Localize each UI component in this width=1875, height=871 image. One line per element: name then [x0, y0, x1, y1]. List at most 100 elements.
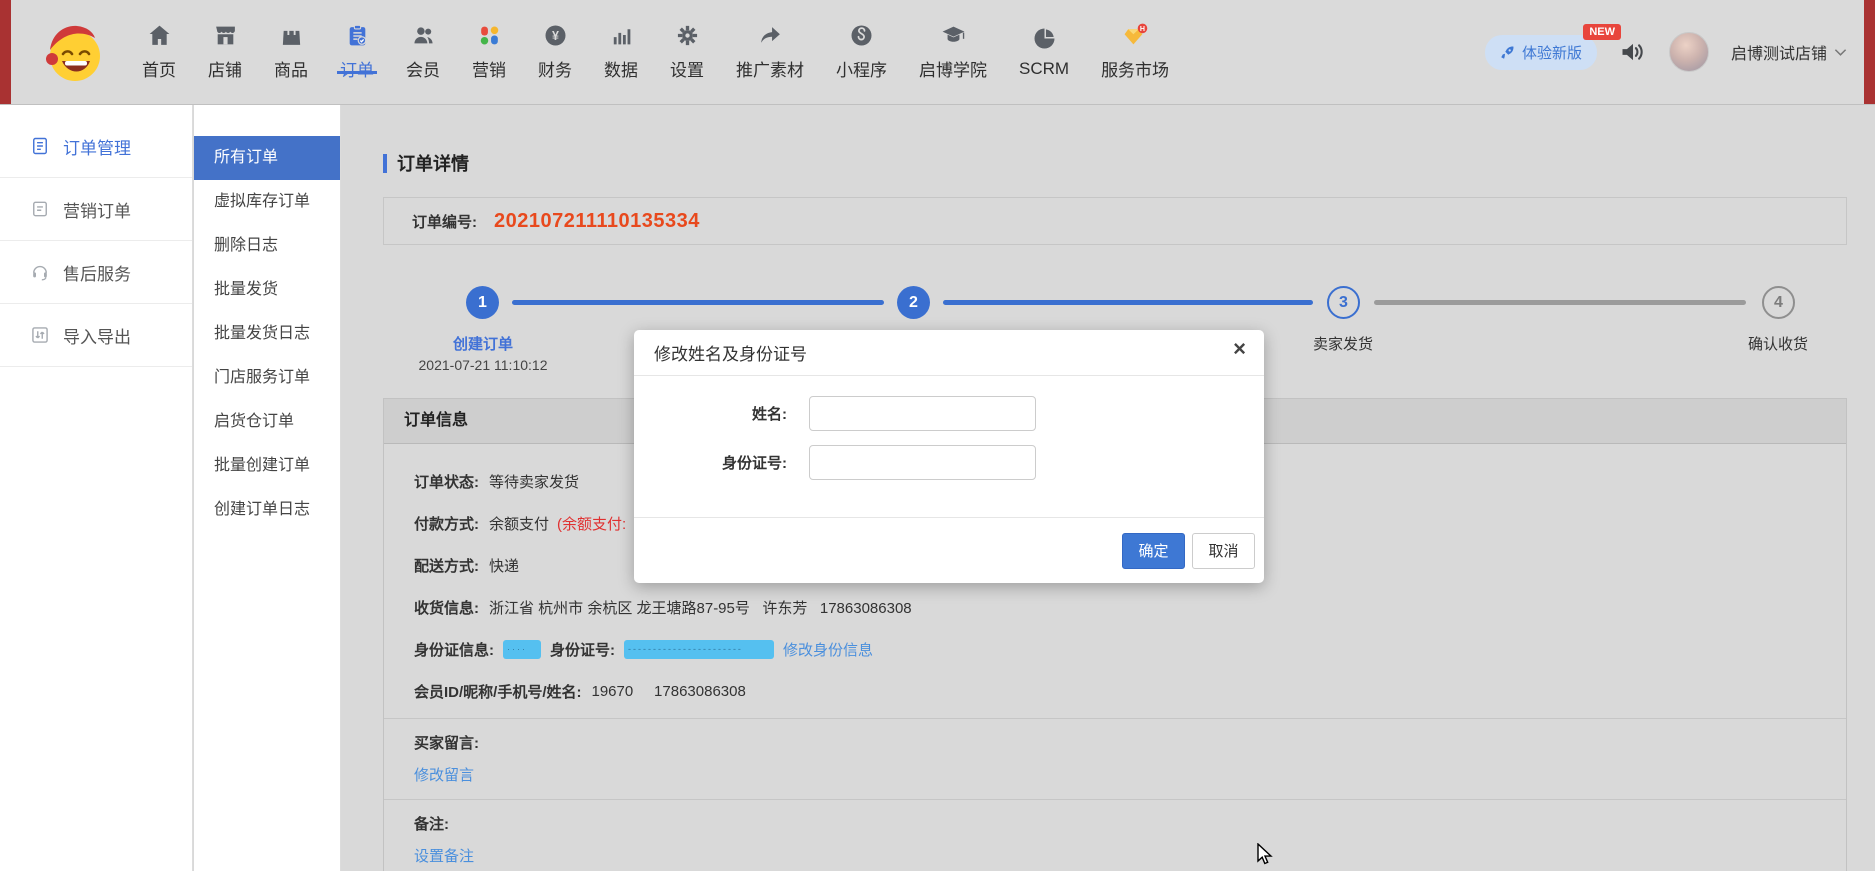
members-icon — [411, 23, 436, 48]
modal-close-icon[interactable]: × — [1233, 338, 1246, 360]
nav-item-academy[interactable]: 启博学院 — [903, 23, 1003, 81]
sidebar-item-marketing-orders[interactable]: 营销订单 — [0, 178, 192, 241]
id-number-redacted-chip: ----------------------- — [624, 640, 774, 659]
remark-block: 备注: 设置备注 — [384, 800, 1846, 871]
modal-body: 姓名: 身份证号: — [634, 396, 1264, 480]
name-input[interactable] — [809, 396, 1036, 431]
announcement-speaker-icon[interactable] — [1619, 38, 1647, 66]
nav-label: 财务 — [538, 56, 572, 81]
nav-item-scrm[interactable]: SCRM — [1003, 26, 1085, 79]
submenu-item-delete-log[interactable]: 删除日志 — [194, 224, 340, 268]
sidebar-item-label: 售后服务 — [63, 260, 131, 285]
import-export-icon — [30, 325, 50, 345]
payment-method-label: 付款方式: — [414, 513, 479, 534]
nav-item-miniprogram[interactable]: 小程序 — [820, 23, 903, 81]
mouse-cursor — [1256, 843, 1278, 867]
name-field-label: 姓名: — [634, 403, 787, 424]
order-list-icon — [30, 136, 50, 156]
nav-label: 订单 — [340, 56, 374, 81]
sidebar-item-label: 导入导出 — [63, 323, 131, 348]
step-label-confirm-receipt: 确认收货 — [1748, 333, 1808, 354]
marketing-order-icon — [30, 199, 50, 219]
step-circle-confirm-receipt: 4 — [1762, 286, 1795, 319]
page-title-text: 订单详情 — [397, 150, 469, 176]
order-number-value: 202107211110135334 — [494, 210, 700, 233]
topbar-right-cluster: 体验新版 NEW 启博测试店铺 — [1485, 0, 1847, 104]
submenu-item-batch-shipping-log[interactable]: 批量发货日志 — [194, 312, 340, 356]
buyer-message-block: 买家留言: 修改留言 — [384, 719, 1846, 799]
order-status-value: 等待卖家发货 — [489, 471, 579, 492]
sidebar-item-after-sales[interactable]: 售后服务 — [0, 241, 192, 304]
app-logo — [42, 18, 106, 84]
nav-label: 小程序 — [836, 56, 887, 81]
graduation-cap-icon — [941, 23, 966, 48]
new-badge: NEW — [1583, 24, 1621, 40]
nav-item-orders[interactable]: 订单 — [324, 23, 390, 81]
id-number-field-label: 身份证号: — [634, 452, 787, 473]
left-edge-strip — [0, 0, 11, 104]
store-account-menu[interactable]: 启博测试店铺 — [1731, 40, 1847, 64]
payment-method-detail-red: (余额支付: — [557, 513, 626, 534]
edit-message-link[interactable]: 修改留言 — [414, 764, 474, 785]
sidebar-item-label: 营销订单 — [63, 197, 131, 222]
rocket-icon — [1500, 45, 1515, 60]
sidebar-item-order-management[interactable]: 订单管理 — [0, 115, 192, 178]
id-name-redacted-chip: ···· — [503, 640, 541, 659]
nav-label: 推广素材 — [736, 56, 804, 81]
order-submenu: 所有订单 虚拟库存订单 删除日志 批量发货 批量发货日志 门店服务订单 启货仓订… — [194, 105, 341, 871]
marketing-icon — [477, 23, 502, 48]
shipping-method-value: 快递 — [489, 555, 519, 576]
shipping-address-label: 收货信息: — [414, 597, 479, 618]
submenu-item-qihuo-warehouse-orders[interactable]: 启货仓订单 — [194, 400, 340, 444]
store-avatar[interactable] — [1669, 32, 1709, 72]
nav-item-promo[interactable]: 推广素材 — [720, 23, 820, 81]
nav-label: 数据 — [604, 56, 638, 81]
edit-name-id-modal: 修改姓名及身份证号 × 姓名: 身份证号: 确定 取消 — [634, 330, 1264, 583]
confirm-button[interactable]: 确定 — [1122, 533, 1185, 569]
page-title: 订单详情 — [383, 150, 469, 176]
title-accent-bar — [383, 154, 387, 173]
try-new-version-label: 体验新版 — [1522, 42, 1582, 63]
shipping-method-label: 配送方式: — [414, 555, 479, 576]
gem-market-icon: H — [1123, 23, 1148, 48]
submenu-item-store-service-orders[interactable]: 门店服务订单 — [194, 356, 340, 400]
cancel-button[interactable]: 取消 — [1192, 533, 1255, 569]
nav-item-shop[interactable]: 店铺 — [192, 23, 258, 81]
try-new-version-button[interactable]: 体验新版 NEW — [1485, 35, 1597, 70]
nav-item-service-market[interactable]: H 服务市场 — [1085, 23, 1185, 81]
name-field-row: 姓名: — [634, 396, 1264, 431]
nav-item-members[interactable]: 会员 — [390, 23, 456, 81]
nav-item-marketing[interactable]: 营销 — [456, 23, 522, 81]
pie-chart-icon — [1032, 26, 1057, 51]
headset-icon — [30, 262, 50, 282]
submenu-item-batch-shipping[interactable]: 批量发货 — [194, 268, 340, 312]
nav-item-goods[interactable]: 商品 — [258, 23, 324, 81]
submenu-item-all-orders[interactable]: 所有订单 — [194, 136, 340, 180]
nav-item-data[interactable]: 数据 — [588, 23, 654, 81]
nav-label: 店铺 — [208, 56, 242, 81]
step-label-seller-ship: 卖家发货 — [1313, 333, 1373, 354]
remark-label: 备注: — [414, 813, 1846, 834]
sidebar-item-import-export[interactable]: 导入导出 — [0, 304, 192, 367]
right-edge-strip — [1864, 0, 1875, 104]
home-icon — [147, 23, 172, 48]
id-number-field-row: 身份证号: — [634, 445, 1264, 480]
submenu-item-batch-create-orders[interactable]: 批量创建订单 — [194, 444, 340, 488]
order-number-label: 订单编号: — [412, 211, 477, 232]
nav-item-home[interactable]: 首页 — [126, 23, 192, 81]
nav-label: 营销 — [472, 56, 506, 81]
yen-coin-icon: ¥ — [543, 23, 568, 48]
id-number-input[interactable] — [809, 445, 1036, 480]
set-remark-link[interactable]: 设置备注 — [414, 845, 474, 866]
nav-label: 设置 — [670, 56, 704, 81]
buyer-message-label: 买家留言: — [414, 732, 1846, 753]
share-arrow-icon — [758, 23, 783, 48]
order-clipboard-icon — [345, 23, 370, 48]
nav-item-settings[interactable]: 设置 — [654, 23, 720, 81]
step-circle-create-order: 1 — [466, 286, 499, 319]
nav-item-finance[interactable]: ¥ 财务 — [522, 23, 588, 81]
submenu-item-create-order-log[interactable]: 创建订单日志 — [194, 488, 340, 532]
submenu-item-virtual-stock-orders[interactable]: 虚拟库存订单 — [194, 180, 340, 224]
edit-identity-link[interactable]: 修改身份信息 — [783, 639, 873, 660]
nav-label: 启博学院 — [919, 56, 987, 81]
